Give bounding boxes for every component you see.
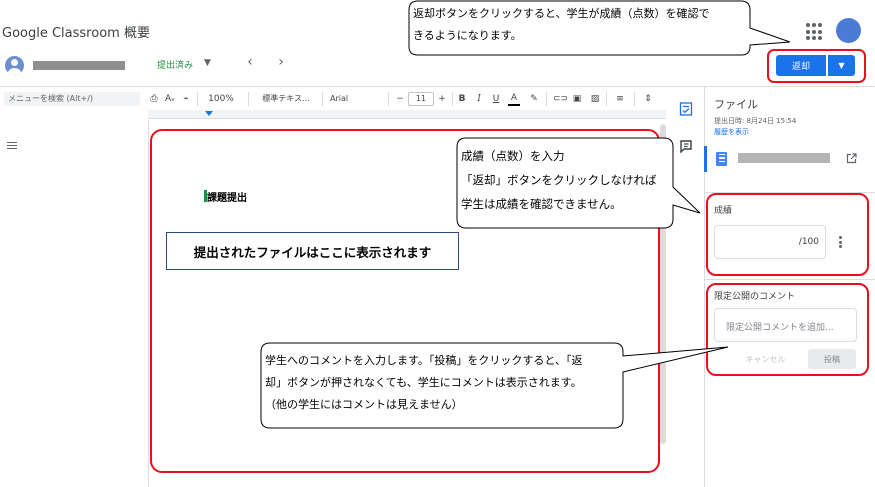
previous-student-button[interactable]: ‹ <box>240 54 260 74</box>
panel-divider <box>705 279 875 280</box>
document-outline-icon[interactable] <box>6 140 18 152</box>
paint-format-icon[interactable]: ⌁ <box>180 92 192 106</box>
line-spacing-icon[interactable]: ⇕ <box>642 92 654 106</box>
comment-add-icon[interactable]: ▣ <box>571 92 583 106</box>
link-icon[interactable]: ⊂⊃ <box>553 92 568 106</box>
apps-grid-icon[interactable] <box>806 23 824 41</box>
header-divider <box>0 86 875 87</box>
font-size-input[interactable]: 11 <box>408 92 434 106</box>
callout-line: 却」ボタンが押されなくても、学生にコメントは表示されます。 <box>265 376 582 389</box>
toolbar-divider <box>197 92 198 106</box>
font-size-decrease-button[interactable]: − <box>394 92 406 106</box>
toolbar-divider <box>634 92 635 106</box>
toolbar-divider <box>546 92 547 106</box>
highlight-icon[interactable]: ✎ <box>528 92 540 106</box>
style-select[interactable]: 標準テキス... <box>256 92 316 106</box>
spellcheck-icon[interactable]: Aᵥ <box>164 92 176 106</box>
selected-file-accent <box>704 146 707 172</box>
callout-return-text: 返却ボタンをクリックすると、学生が成績（点数）を確認で きるようになります。 <box>413 3 710 47</box>
callout-line: 「返却」ボタンをクリックしなければ <box>461 173 657 187</box>
bold-button[interactable]: B <box>456 92 468 106</box>
google-doc-icon <box>716 152 727 166</box>
next-student-button[interactable]: › <box>271 54 291 74</box>
callout-line: きるようになります。 <box>413 29 522 42</box>
document-scrollbar[interactable] <box>660 124 666 444</box>
open-in-new-icon[interactable] <box>846 153 857 164</box>
file-name-redacted[interactable] <box>738 153 830 163</box>
callout-line: （他の学生にはコメントは見えません） <box>265 398 463 411</box>
align-icon[interactable]: ≡ <box>613 92 627 106</box>
account-avatar[interactable] <box>836 18 861 43</box>
font-size-increase-button[interactable]: + <box>436 92 448 106</box>
toolbar-divider <box>248 92 249 106</box>
insert-image-icon[interactable]: ▨ <box>589 92 601 106</box>
callout-line: 成績（点数）を入力 <box>461 149 565 163</box>
annotation-outline-grade <box>706 193 869 276</box>
zoom-select[interactable]: 100% <box>206 92 236 106</box>
files-title: ファイル <box>714 98 758 111</box>
callout-comment-text: 学生へのコメントを入力します。「投稿」をクリックすると、「返 却」ボタンが押され… <box>265 350 582 416</box>
font-select[interactable]: Arial <box>330 92 370 106</box>
comment-icon[interactable] <box>679 139 693 153</box>
toolbar-divider <box>606 92 607 106</box>
toolbar-divider <box>388 92 389 106</box>
annotation-outline-return <box>767 49 866 83</box>
page-edge <box>148 120 149 487</box>
submitted-date: 提出日時: 8月24日 15:54 <box>714 117 797 125</box>
submission-status[interactable]: 提出済み <box>157 58 193 71</box>
callout-line: 返却ボタンをクリックすると、学生が成績（点数）を確認で <box>413 7 710 20</box>
student-name-redacted <box>33 61 125 70</box>
toolbar-divider <box>452 92 453 106</box>
student-avatar <box>5 56 24 75</box>
app-title: Google Classroom 概要 <box>2 26 150 41</box>
ruler-indent-marker-icon[interactable] <box>205 111 213 116</box>
italic-button[interactable]: I <box>473 92 485 106</box>
text-color-button[interactable]: A <box>508 92 520 106</box>
ruler[interactable] <box>148 110 666 119</box>
status-dropdown-icon[interactable]: ▼ <box>204 58 211 68</box>
callout-line: 学生へのコメントを入力します。「投稿」をクリックすると、「返 <box>265 354 583 367</box>
toolbar-divider <box>322 92 323 106</box>
callout-grade-text: 成績（点数）を入力 「返却」ボタンをクリックしなければ 学生は成績を確認できませ… <box>461 144 657 216</box>
menu-search-input[interactable]: メニューを検索 (Alt+/) <box>4 92 140 106</box>
underline-button[interactable]: U <box>490 92 502 106</box>
callout-line: 学生は成績を確認できません。 <box>461 197 622 211</box>
annotation-outline-comment <box>706 283 869 376</box>
grading-checklist-icon[interactable] <box>679 102 693 116</box>
print-icon[interactable]: ⎙ <box>148 92 160 106</box>
view-history-link[interactable]: 履歴を表示 <box>714 127 749 137</box>
